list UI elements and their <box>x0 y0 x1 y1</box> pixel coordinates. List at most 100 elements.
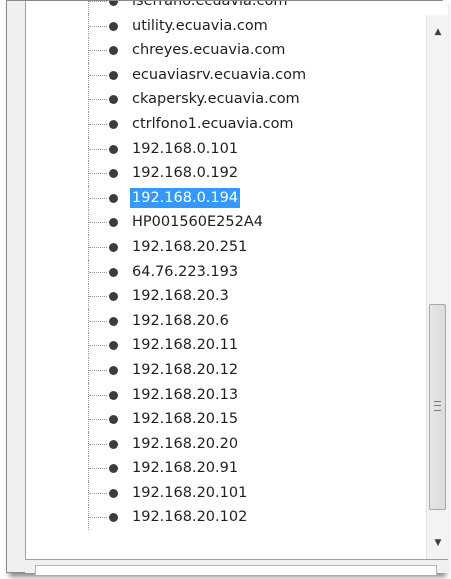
tree-branch-line <box>89 517 107 519</box>
host-node-icon <box>109 144 118 154</box>
tree-item-label[interactable]: iserrano.ecuavia.com <box>130 1 290 11</box>
tree-window: iserrano.ecuavia.com utility.ecuavia.com c… <box>6 0 448 575</box>
host-node-icon <box>109 193 118 203</box>
tree-item-label[interactable]: 192.168.20.3 <box>130 286 231 306</box>
host-node-icon <box>109 218 118 228</box>
tree-branch-line <box>89 74 107 76</box>
tree-item[interactable]: ckapersky.ecuavia.com <box>26 87 422 112</box>
host-node-icon <box>109 21 118 31</box>
vertical-scrollbar[interactable]: ▲ ▼ <box>426 15 448 559</box>
tree-branch-line <box>89 25 107 27</box>
host-node-icon <box>109 390 118 400</box>
host-node-icon <box>109 415 118 425</box>
tree-branch-line <box>89 1 107 2</box>
host-tree-list: iserrano.ecuavia.com utility.ecuavia.com c… <box>26 1 422 531</box>
tree-item-label[interactable]: 192.168.20.15 <box>130 409 240 429</box>
tree-branch-line <box>89 99 107 101</box>
scroll-thumb[interactable] <box>429 304 446 510</box>
tree-branch-line <box>89 123 107 125</box>
host-node-icon <box>109 292 118 302</box>
tree-item-label[interactable]: 192.168.20.13 <box>130 385 240 405</box>
arrow-up-icon: ▲ <box>434 27 442 37</box>
tree-item-label[interactable]: 192.168.20.101 <box>130 483 249 503</box>
tree-branch-line <box>89 394 107 396</box>
bottom-field[interactable] <box>35 565 437 575</box>
tree-branch-line <box>89 271 107 273</box>
tree-item-label[interactable]: ckapersky.ecuavia.com <box>130 89 302 109</box>
tree-item[interactable]: 192.168.0.194 <box>26 185 422 211</box>
tree-item-label[interactable]: 192.168.0.101 <box>130 139 240 159</box>
tree-item-label[interactable]: ctrlfono1.ecuavia.com <box>130 114 296 134</box>
tree-item[interactable]: 192.168.20.15 <box>26 407 422 432</box>
tree-item[interactable]: 192.168.20.12 <box>26 357 422 383</box>
tree-item-label[interactable]: 192.168.20.102 <box>130 507 249 527</box>
tree-item[interactable]: 192.168.20.13 <box>26 382 422 408</box>
tree-item-label[interactable]: utility.ecuavia.com <box>130 16 270 36</box>
host-node-icon <box>109 46 118 56</box>
host-node-icon <box>109 95 118 105</box>
tree-item[interactable]: utility.ecuavia.com <box>26 13 422 39</box>
tree-branch-line <box>89 320 107 322</box>
host-node-icon <box>109 267 118 277</box>
tree-item[interactable]: ecuaviasrv.ecuavia.com <box>26 62 422 88</box>
tree-branch-line <box>89 419 107 421</box>
tree-item-label[interactable]: 192.168.20.91 <box>130 458 240 478</box>
tree-branch-line <box>89 492 107 494</box>
tree-item[interactable]: iserrano.ecuavia.com <box>26 1 422 14</box>
tree-item-label[interactable]: 64.76.223.193 <box>130 262 240 282</box>
tree-item-label[interactable]: 192.168.0.192 <box>130 163 240 183</box>
grip-icon <box>434 401 441 411</box>
tree-item[interactable]: ctrlfono1.ecuavia.com <box>26 111 422 137</box>
tree-item[interactable]: 192.168.20.20 <box>26 431 422 457</box>
tree-branch-line <box>89 369 107 371</box>
tree-item[interactable]: 192.168.20.6 <box>26 308 422 334</box>
tree-item-label-selected[interactable]: 192.168.0.194 <box>130 187 241 208</box>
tree-item-label[interactable]: HP001560E252A4 <box>130 212 265 232</box>
tree-item[interactable]: HP001560E252A4 <box>26 210 422 235</box>
tree-item[interactable]: 192.168.20.11 <box>26 333 422 358</box>
tree-branch-line <box>89 50 107 52</box>
host-tree-view[interactable]: iserrano.ecuavia.com utility.ecuavia.com c… <box>25 1 448 560</box>
scroll-up-button[interactable]: ▲ <box>427 23 448 41</box>
tree-item[interactable]: 192.168.20.3 <box>26 284 422 309</box>
tree-branch-line <box>89 443 107 445</box>
host-node-icon <box>109 365 118 375</box>
host-node-icon <box>109 1 118 6</box>
tree-item-label[interactable]: 192.168.20.11 <box>130 335 240 355</box>
tree-item-label[interactable]: 192.168.20.6 <box>130 311 231 331</box>
bottom-panel <box>25 560 448 575</box>
tree-branch-line <box>89 222 107 224</box>
tree-item[interactable]: 192.168.20.102 <box>26 505 422 531</box>
host-node-icon <box>109 488 118 498</box>
arrow-down-icon: ▼ <box>434 538 442 548</box>
tree-branch-line <box>89 468 107 470</box>
tree-item[interactable]: 192.168.20.91 <box>26 456 422 481</box>
host-node-icon <box>109 439 118 449</box>
host-node-icon <box>109 169 118 179</box>
tree-branch-line <box>89 246 107 248</box>
tree-branch-line <box>89 197 107 199</box>
tree-item[interactable]: 64.76.223.193 <box>26 259 422 285</box>
tree-item[interactable]: 192.168.0.101 <box>26 136 422 162</box>
scroll-down-button[interactable]: ▼ <box>427 534 448 552</box>
host-node-icon <box>109 513 118 523</box>
tree-item-label[interactable]: chreyes.ecuavia.com <box>130 40 287 60</box>
tree-item-label[interactable]: 192.168.20.251 <box>130 237 249 257</box>
tree-branch-line <box>89 345 107 347</box>
tree-item[interactable]: 192.168.0.192 <box>26 161 422 186</box>
tree-item[interactable]: chreyes.ecuavia.com <box>26 38 422 63</box>
host-node-icon <box>109 70 118 80</box>
host-node-icon <box>109 119 118 129</box>
tree-connector-line <box>88 1 89 14</box>
tree-branch-line <box>89 148 107 150</box>
tree-item-label[interactable]: ecuaviasrv.ecuavia.com <box>130 65 308 85</box>
tree-item-label[interactable]: 192.168.20.20 <box>130 434 240 454</box>
tree-item[interactable]: 192.168.20.101 <box>26 480 422 506</box>
host-node-icon <box>109 341 118 351</box>
tree-branch-line <box>89 296 107 298</box>
host-node-icon <box>109 316 118 326</box>
host-node-icon <box>109 464 118 474</box>
tree-item-label[interactable]: 192.168.20.12 <box>130 360 240 380</box>
host-node-icon <box>109 242 118 252</box>
tree-item[interactable]: 192.168.20.251 <box>26 234 422 260</box>
